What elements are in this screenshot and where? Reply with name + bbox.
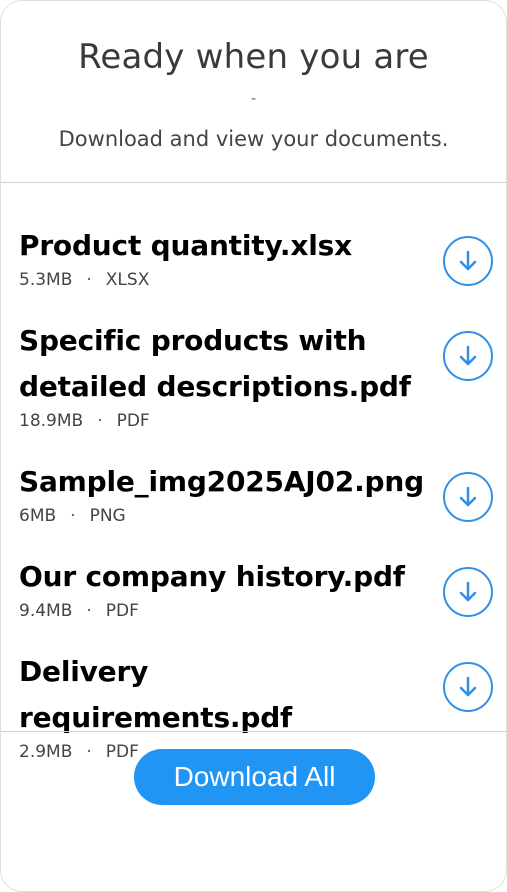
- file-type: PDF: [105, 742, 139, 762]
- file-size: 18.9MB: [19, 411, 84, 431]
- file-meta: 6MB · PNG: [19, 506, 493, 526]
- meta-separator: ·: [86, 270, 92, 290]
- page-title: Ready when you are: [78, 37, 429, 77]
- file-item: Product quantity.xlsx 5.3MB · XLSX: [19, 223, 493, 290]
- meta-separator: ·: [86, 601, 92, 621]
- header-divider: [1, 182, 506, 183]
- file-name: Specific products with detailed descript…: [19, 324, 411, 403]
- title-dash: -: [250, 91, 257, 107]
- file-item: Delivery requirements.pdf 2.9MB · PDF: [19, 649, 493, 762]
- file-type: PDF: [116, 411, 150, 431]
- download-arrow-icon: [459, 676, 477, 697]
- meta-separator: ·: [97, 411, 103, 431]
- file-meta: 18.9MB · PDF: [19, 411, 493, 431]
- file-name: Sample_img2025AJ02.png: [19, 465, 424, 498]
- download-button[interactable]: [443, 662, 493, 712]
- download-arrow-icon: [459, 581, 477, 602]
- file-size: 5.3MB: [19, 270, 73, 290]
- file-name: Our company history.pdf: [19, 560, 405, 593]
- file-size: 2.9MB: [19, 742, 73, 762]
- download-card: Ready when you are - Download and view y…: [0, 0, 507, 892]
- file-item: Specific products with detailed descript…: [19, 318, 493, 431]
- card-header: Ready when you are - Download and view y…: [1, 1, 506, 182]
- download-arrow-icon: [459, 486, 477, 507]
- file-type: PDF: [105, 601, 139, 621]
- meta-separator: ·: [86, 742, 92, 762]
- footer-divider: [1, 731, 506, 732]
- download-arrow-icon: [459, 345, 477, 366]
- file-type: XLSX: [105, 270, 150, 290]
- file-item: Sample_img2025AJ02.png 6MB · PNG: [19, 459, 493, 526]
- download-arrow-icon: [459, 250, 477, 271]
- download-button[interactable]: [443, 236, 493, 286]
- download-all-button[interactable]: Download All: [134, 749, 375, 805]
- file-name: Product quantity.xlsx: [19, 229, 352, 262]
- file-list: Product quantity.xlsx 5.3MB · XLSX Speci…: [19, 223, 493, 790]
- download-button[interactable]: [443, 567, 493, 617]
- meta-separator: ·: [70, 506, 76, 526]
- file-item: Our company history.pdf 9.4MB · PDF: [19, 554, 493, 621]
- file-size: 9.4MB: [19, 601, 73, 621]
- file-size: 6MB: [19, 506, 57, 526]
- download-button[interactable]: [443, 331, 493, 381]
- page-subtitle: Download and view your documents.: [58, 127, 449, 151]
- download-button[interactable]: [443, 472, 493, 522]
- file-name: Delivery requirements.pdf: [19, 655, 293, 734]
- file-meta: 9.4MB · PDF: [19, 601, 493, 621]
- file-meta: 5.3MB · XLSX: [19, 270, 493, 290]
- file-type: PNG: [89, 506, 126, 526]
